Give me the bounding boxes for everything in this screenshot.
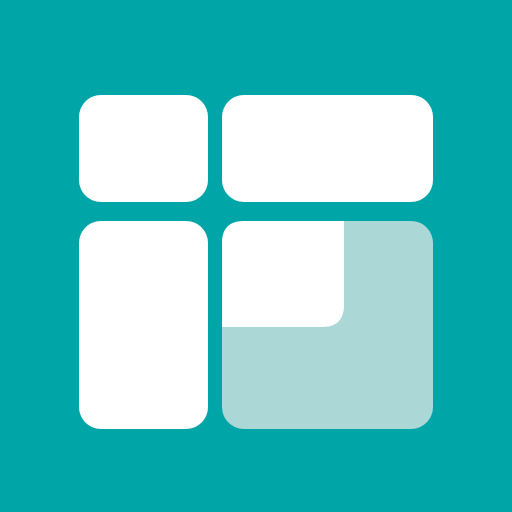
bottom-right-inner-tile — [222, 221, 344, 327]
top-left-tile — [79, 95, 208, 202]
bottom-left-tile — [79, 221, 208, 429]
grid-layout-icon — [0, 0, 512, 512]
app-icon-canvas — [0, 0, 512, 512]
top-right-tile — [222, 95, 433, 202]
